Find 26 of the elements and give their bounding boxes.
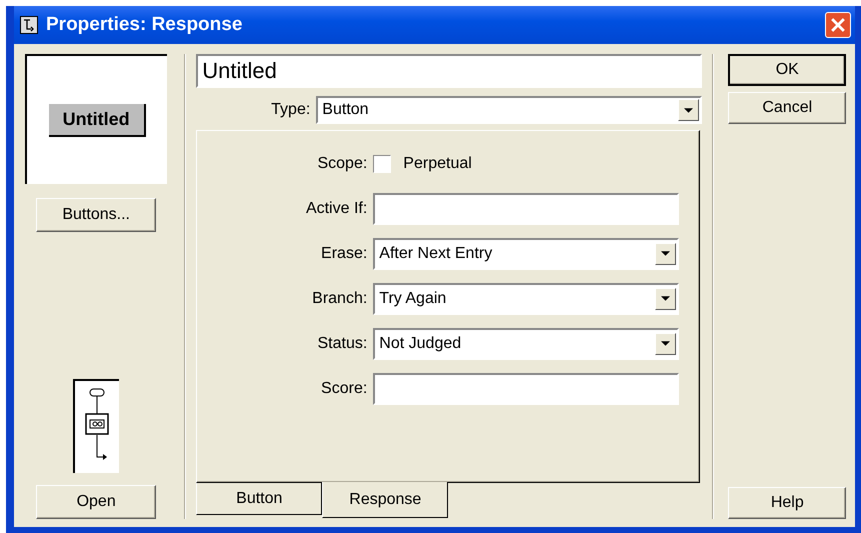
ok-button[interactable]: OK	[728, 54, 846, 86]
open-button[interactable]: Open	[36, 485, 156, 519]
close-button[interactable]	[825, 12, 851, 38]
type-dropdown[interactable]: Button	[316, 96, 702, 124]
dropdown[interactable]: Try Again	[373, 282, 680, 314]
close-icon	[831, 18, 845, 32]
checkbox-label: Perpetual	[403, 154, 472, 172]
field-label: Scope:	[316, 154, 368, 172]
dropdown[interactable]: Not Judged	[373, 328, 680, 360]
buttons-button[interactable]: Buttons...	[36, 198, 156, 232]
cancel-button[interactable]: Cancel	[728, 92, 846, 124]
tab[interactable]: Response	[322, 482, 448, 518]
tab[interactable]: Button	[196, 483, 322, 515]
dropdown[interactable]: After Next Entry	[373, 238, 680, 270]
text-field[interactable]	[373, 192, 680, 224]
name-field[interactable]: Untitled	[196, 54, 702, 88]
field-label: Status:	[316, 334, 368, 352]
field-label: Active If:	[304, 200, 368, 218]
help-button[interactable]: Help	[728, 487, 846, 519]
type-label: Type:	[271, 101, 310, 119]
text-field[interactable]	[373, 372, 680, 404]
field-label: Branch:	[311, 290, 368, 308]
checkbox[interactable]	[373, 154, 392, 172]
window-title: Properties: Response	[46, 14, 244, 36]
field-label: Score:	[320, 380, 368, 398]
field-label: Erase:	[320, 244, 368, 262]
